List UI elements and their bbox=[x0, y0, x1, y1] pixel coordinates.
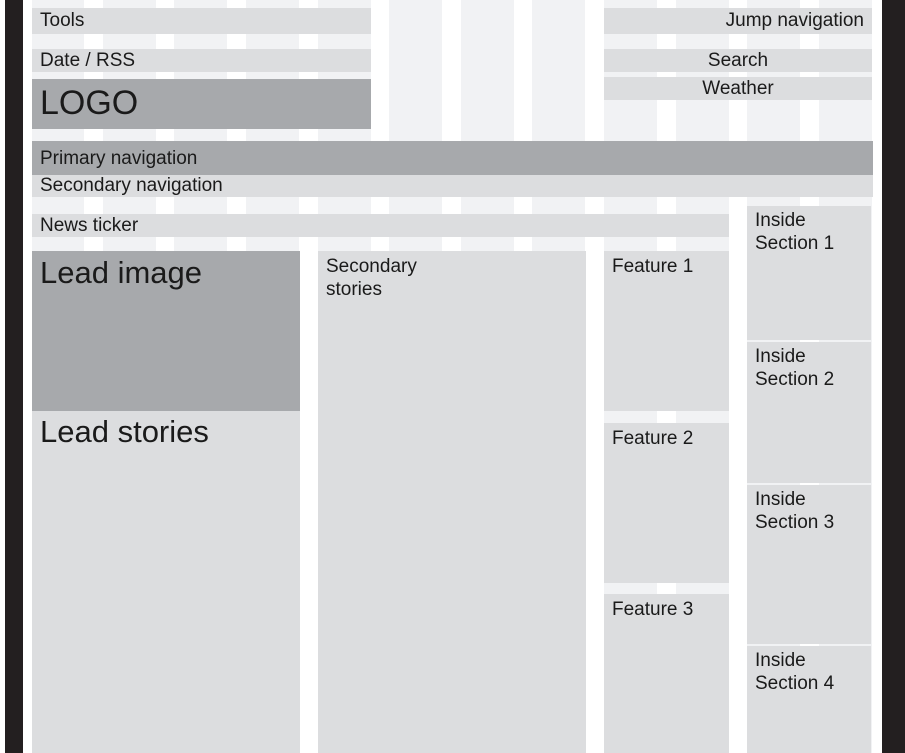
primary-navigation-block: Primary navigation bbox=[32, 141, 873, 175]
feature-label: Feature 1 bbox=[612, 256, 694, 277]
news-ticker-block: News ticker bbox=[32, 214, 729, 237]
search-label: Search bbox=[707, 50, 769, 71]
feature-block-3: Feature 3 bbox=[604, 594, 729, 753]
secondary-navigation-block: Secondary navigation bbox=[32, 175, 873, 197]
logo-label: LOGO bbox=[40, 84, 139, 122]
inside-section-block-2: Inside Section 2 bbox=[747, 342, 871, 483]
feature-block-1: Feature 1 bbox=[604, 251, 729, 411]
jump-navigation-block: Jump navigation bbox=[604, 8, 872, 34]
right-frame-bar bbox=[882, 0, 905, 753]
tools-block: Tools bbox=[32, 8, 371, 34]
jump-navigation-label: Jump navigation bbox=[725, 10, 864, 31]
primary-navigation-label: Primary navigation bbox=[40, 148, 198, 169]
feature-label: Feature 2 bbox=[612, 428, 694, 449]
date-rss-block: Date / RSS bbox=[32, 49, 371, 72]
inside-section-block-1: Inside Section 1 bbox=[747, 206, 871, 340]
search-block: Search bbox=[604, 49, 872, 72]
lead-image-block: Lead image bbox=[32, 251, 300, 411]
lead-image-label: Lead image bbox=[40, 255, 203, 290]
weather-block: Weather bbox=[604, 77, 872, 100]
weather-label: Weather bbox=[702, 78, 774, 99]
secondary-navigation-label: Secondary navigation bbox=[40, 175, 223, 196]
left-frame-bar bbox=[5, 0, 23, 753]
secondary-stories-block: Secondary stories bbox=[318, 251, 586, 753]
date-rss-label: Date / RSS bbox=[40, 50, 136, 71]
logo-block: LOGO bbox=[32, 79, 371, 129]
inside-section-label: Inside Section 2 bbox=[755, 346, 835, 390]
lead-stories-label: Lead stories bbox=[40, 414, 209, 449]
inside-section-label: Inside Section 1 bbox=[755, 210, 835, 254]
news-ticker-label: News ticker bbox=[40, 215, 139, 236]
feature-block-2: Feature 2 bbox=[604, 423, 729, 583]
inside-section-label: Inside Section 3 bbox=[755, 489, 835, 533]
tools-label: Tools bbox=[40, 10, 85, 31]
secondary-stories-label: Secondary stories bbox=[326, 256, 417, 300]
inside-section-block-4: Inside Section 4 bbox=[747, 646, 871, 753]
inside-section-label: Inside Section 4 bbox=[755, 650, 835, 694]
lead-stories-block: Lead stories bbox=[32, 411, 300, 753]
feature-label: Feature 3 bbox=[612, 599, 694, 620]
inside-section-block-3: Inside Section 3 bbox=[747, 485, 871, 644]
